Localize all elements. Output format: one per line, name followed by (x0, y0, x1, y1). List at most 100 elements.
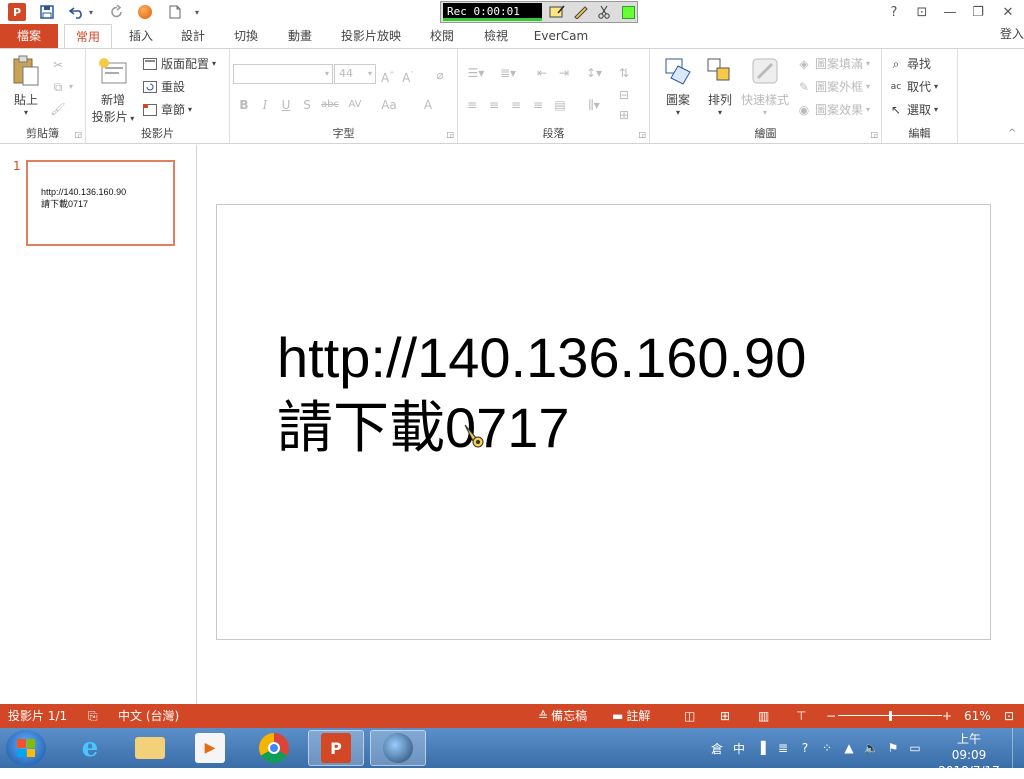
notes-button[interactable]: ≙ 備忘稿 (538, 704, 587, 728)
clipboard-launcher-icon[interactable]: ◲ (74, 130, 82, 139)
numbering-icon[interactable]: ≣▾ (496, 63, 520, 83)
replace-button[interactable]: ac 取代 ▾ (888, 77, 938, 97)
help-icon[interactable]: ? (796, 739, 814, 757)
italic-button[interactable]: I (257, 95, 273, 115)
save-icon[interactable] (38, 3, 56, 21)
sign-in-link[interactable]: 登入 (1000, 24, 1024, 48)
font-size-input[interactable]: 44 ▾ (334, 64, 376, 84)
shape-outline-button[interactable]: ✎ 圖案外框 ▾ (796, 77, 870, 97)
tab-animations[interactable]: 動畫 (276, 24, 324, 48)
zoom-level[interactable]: 61% (964, 704, 991, 728)
taskbar-evercam[interactable] (370, 730, 426, 766)
comments-button[interactable]: ▬ 註解 (612, 704, 650, 728)
network-icon[interactable]: ▭ (906, 739, 924, 757)
line-spacing-icon[interactable]: ↕▾ (582, 63, 606, 83)
copy-button[interactable]: ⧉ ▾ (50, 77, 73, 97)
tab-design[interactable]: 設計 (170, 24, 216, 48)
align-center-icon[interactable]: ≡ (486, 95, 502, 115)
find-button[interactable]: ⌕ 尋找 (888, 54, 931, 74)
new-slide-button[interactable]: 新增 投影片 ▾ (88, 55, 138, 125)
zoom-in-button[interactable]: + (942, 704, 952, 728)
align-text-icon[interactable]: ⊟ (616, 85, 632, 105)
scissors-icon[interactable] (595, 4, 613, 20)
new-document-icon[interactable] (166, 3, 184, 21)
character-spacing-button[interactable]: AV (344, 95, 366, 115)
select-button[interactable]: ↖ 選取 ▾ (888, 100, 938, 120)
justify-icon[interactable]: ≡ (530, 95, 546, 115)
tab-transitions[interactable]: 切換 (222, 24, 270, 48)
reset-button[interactable]: 重設 (142, 77, 185, 97)
tab-insert[interactable]: 插入 (118, 24, 164, 48)
underline-button[interactable]: U (278, 95, 294, 115)
slide-text-box[interactable]: http://140.136.160.90 請下載0717 (277, 323, 806, 463)
change-case-button[interactable]: Aa (378, 95, 400, 115)
columns-icon[interactable]: ⫼▾ (582, 95, 606, 115)
close-button[interactable]: ✕ (996, 2, 1020, 22)
start-button[interactable] (6, 730, 46, 766)
redo-icon[interactable] (108, 3, 126, 21)
tab-file[interactable]: 檔案 (0, 24, 58, 48)
undo-dropdown-icon[interactable]: ▾ (86, 3, 96, 21)
paste-button[interactable]: 貼上 ▾ (4, 55, 48, 117)
pen-icon[interactable] (572, 4, 590, 20)
paste-dropdown-icon[interactable]: ▾ (4, 108, 48, 117)
shrink-font-icon[interactable]: Aˇ (400, 65, 416, 85)
fit-to-window-icon[interactable]: ⊡ (1004, 704, 1014, 728)
grow-font-icon[interactable]: A^ (380, 65, 396, 85)
taskbar-powerpoint[interactable]: P (308, 730, 364, 766)
stop-recording-icon[interactable] (619, 4, 637, 20)
restore-button[interactable]: ❐ (966, 2, 990, 22)
minimize-button[interactable]: — (938, 2, 962, 22)
smartart-icon[interactable]: ⊞ (616, 105, 632, 125)
slideshow-view-icon[interactable]: ⊤ (796, 704, 806, 728)
tab-view[interactable]: 檢視 (472, 24, 520, 48)
shadow-button[interactable]: S (299, 95, 315, 115)
clear-formatting-icon[interactable]: ⌀ (432, 65, 448, 85)
collapse-ribbon-icon[interactable]: ^ (1008, 128, 1021, 139)
note-icon[interactable] (548, 4, 566, 20)
drawing-launcher-icon[interactable]: ◲ (870, 130, 878, 139)
ribbon-display-options-button[interactable]: ⊡ (910, 2, 934, 22)
show-hidden-icons-icon[interactable]: ▲ (840, 739, 858, 757)
cut-button[interactable]: ✂ (50, 55, 66, 75)
record-icon[interactable] (136, 3, 154, 21)
input-method-icon[interactable]: 倉 (708, 739, 726, 757)
align-left-icon[interactable]: ≡ (464, 95, 480, 115)
keyboard-icon[interactable]: ≣ (774, 739, 792, 757)
taskbar-media-player[interactable]: ▶ (182, 730, 238, 766)
taskbar-internet-explorer[interactable]: e (62, 730, 118, 766)
layout-button[interactable]: 版面配置 ▾ (142, 54, 216, 74)
action-center-icon[interactable]: ⚑ (884, 739, 902, 757)
distributed-icon[interactable]: ▤ (552, 95, 568, 115)
font-name-input[interactable]: ▾ (233, 64, 333, 84)
slide-canvas[interactable]: http://140.136.160.90 請下載0717 (216, 204, 991, 640)
normal-view-icon[interactable]: ◫ (684, 704, 695, 728)
customize-toolbar-icon[interactable]: ▾ (192, 3, 202, 21)
increase-indent-icon[interactable]: ⇥ (556, 63, 572, 83)
powerpoint-logo-icon[interactable]: P (8, 3, 26, 21)
font-launcher-icon[interactable]: ◲ (446, 130, 454, 139)
tab-review[interactable]: 校閱 (418, 24, 466, 48)
show-desktop-button[interactable] (1012, 728, 1024, 768)
tray-options-icon[interactable]: ⁘ (818, 739, 836, 757)
shape-fill-button[interactable]: ◈ 圖案填滿 ▾ (796, 54, 870, 74)
ime-mode-indicator[interactable]: 中 (730, 739, 748, 757)
taskbar-chrome[interactable] (246, 730, 302, 766)
section-button[interactable]: 章節 ▾ (142, 100, 192, 120)
tab-evercam[interactable]: EverCam (526, 24, 596, 48)
shapes-button[interactable]: 圖案 ▾ (656, 55, 700, 117)
taskbar-file-explorer[interactable] (122, 730, 178, 766)
decrease-indent-icon[interactable]: ⇤ (534, 63, 550, 83)
reading-view-icon[interactable]: ▥ (758, 704, 769, 728)
slide-sorter-view-icon[interactable]: ⊞ (720, 704, 730, 728)
text-direction-icon[interactable]: ⇅ (616, 63, 632, 83)
font-color-button[interactable]: A (420, 95, 436, 115)
spelling-check-icon[interactable]: ⎘ (88, 704, 98, 728)
bold-button[interactable]: B (236, 95, 252, 115)
slide-thumbnail[interactable]: http://140.136.160.90 請下載0717 (26, 160, 175, 246)
system-clock[interactable]: 上午 09:09 2018/7/17 (938, 731, 1000, 779)
format-painter-button[interactable]: 🖌 (50, 99, 66, 119)
arrange-button[interactable]: 排列 ▾ (698, 55, 742, 117)
shape-effects-button[interactable]: ◉ 圖案效果 ▾ (796, 100, 870, 120)
tab-slideshow[interactable]: 投影片放映 (330, 24, 412, 48)
